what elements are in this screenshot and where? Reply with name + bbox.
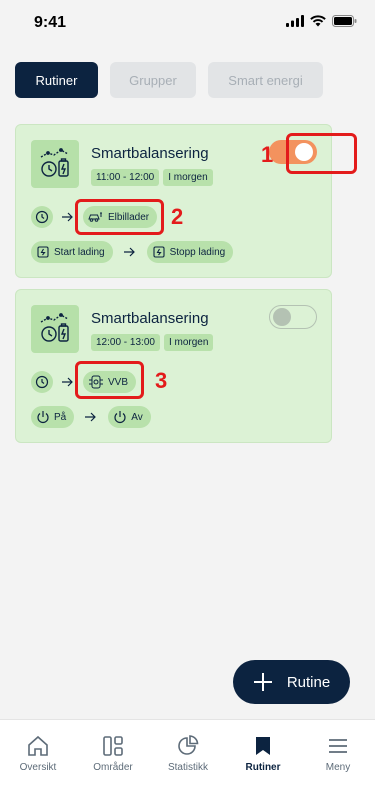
routine-title: Smartbalansering — [91, 145, 209, 162]
charger-plug-icon — [37, 246, 49, 258]
nav-label: Meny — [325, 762, 351, 773]
bookmark-icon — [256, 737, 270, 755]
annotation-number: 3 — [155, 368, 168, 393]
plus-icon — [253, 673, 272, 691]
charger-plug-icon — [153, 246, 165, 258]
nav-item-omrader[interactable]: Områder — [83, 734, 143, 773]
time-chip: 11:00 - 12:00 — [91, 169, 160, 186]
menu-icon — [329, 739, 347, 753]
status-icons — [286, 15, 357, 27]
start-action-chip[interactable]: Start lading — [31, 241, 113, 263]
device-label: VVB — [108, 376, 129, 388]
trigger-row: Elbillader — [31, 206, 158, 228]
battery-icon — [332, 15, 357, 27]
nav-label: Områder — [93, 762, 133, 773]
arrow-right-icon — [59, 376, 77, 388]
routine-schedule: 11:00 - 12:00 I morgen — [91, 169, 213, 186]
stop-action-chip[interactable]: Av — [108, 406, 151, 428]
nav-label: Rutiner — [245, 762, 281, 773]
nav-item-rutiner[interactable]: Rutiner — [233, 734, 293, 773]
nav-item-oversikt[interactable]: Oversikt — [8, 734, 68, 773]
routine-schedule: 12:00 - 13:00 I morgen — [91, 334, 214, 351]
stop-action-label: Av — [131, 411, 143, 423]
day-chip: I morgen — [163, 169, 213, 186]
start-action-chip[interactable]: På — [31, 406, 75, 428]
smart-balance-icon — [31, 140, 79, 188]
routine-toggle[interactable] — [269, 305, 317, 329]
nav-item-statistikk[interactable]: Statistikk — [158, 734, 218, 773]
power-icon — [37, 411, 49, 424]
tab-grupper[interactable]: Grupper — [110, 62, 196, 98]
clock-icon — [31, 371, 53, 393]
arrow-right-icon — [82, 411, 100, 423]
toggle-knob — [273, 308, 291, 326]
start-action-label: Start lading — [54, 246, 105, 258]
tab-bar: Rutiner Grupper Smart energi — [15, 62, 323, 98]
device-label: Elbillader — [108, 211, 150, 223]
pie-chart-icon — [178, 735, 199, 755]
stop-action-chip[interactable]: Stopp lading — [146, 241, 234, 263]
routine-toggle[interactable] — [269, 140, 317, 164]
bottom-nav: Oversikt Områder Statistikk Rutiner Meny — [0, 719, 375, 812]
power-icon — [114, 411, 126, 424]
action-row: På Av — [31, 406, 151, 428]
tab-rutiner[interactable]: Rutiner — [15, 62, 98, 98]
nav-label: Statistikk — [167, 762, 208, 773]
tab-smart-energi[interactable]: Smart energi — [208, 62, 323, 98]
action-row: Start lading Stopp lading — [31, 241, 234, 263]
add-routine-label: Rutine — [286, 673, 331, 691]
add-routine-button[interactable]: Rutine — [233, 660, 350, 704]
smart-balance-icon — [31, 305, 79, 353]
routine-card[interactable]: Smartbalansering 12:00 - 13:00 I morgen … — [15, 289, 332, 443]
time-chip: 12:00 - 13:00 — [91, 334, 160, 351]
arrow-right-icon — [121, 246, 139, 258]
start-action-label: På — [54, 411, 67, 423]
routine-card[interactable]: Smartbalansering 11:00 - 12:00 I morgen … — [15, 124, 332, 278]
annotation-number: 1 — [261, 142, 274, 167]
routine-title: Smartbalansering — [91, 310, 209, 327]
status-bar: 9:41 — [0, 0, 375, 44]
ev-charger-icon — [88, 212, 102, 222]
water-heater-icon — [89, 375, 103, 389]
wifi-icon — [310, 15, 326, 27]
annotation-number: 2 — [171, 204, 184, 229]
nav-item-meny[interactable]: Meny — [308, 734, 368, 773]
home-icon — [28, 735, 48, 756]
day-chip: I morgen — [163, 334, 214, 351]
device-chip[interactable]: VVB — [83, 371, 137, 393]
nav-label: Oversikt — [19, 762, 57, 773]
trigger-row: VVB — [31, 371, 137, 393]
status-time: 9:41 — [34, 14, 67, 31]
clock-icon — [31, 206, 53, 228]
device-chip[interactable]: Elbillader — [83, 206, 158, 228]
stop-action-label: Stopp lading — [169, 246, 226, 258]
arrow-right-icon — [59, 211, 77, 223]
toggle-knob — [295, 143, 313, 161]
areas-icon — [103, 736, 123, 756]
signal-icon — [286, 15, 304, 27]
